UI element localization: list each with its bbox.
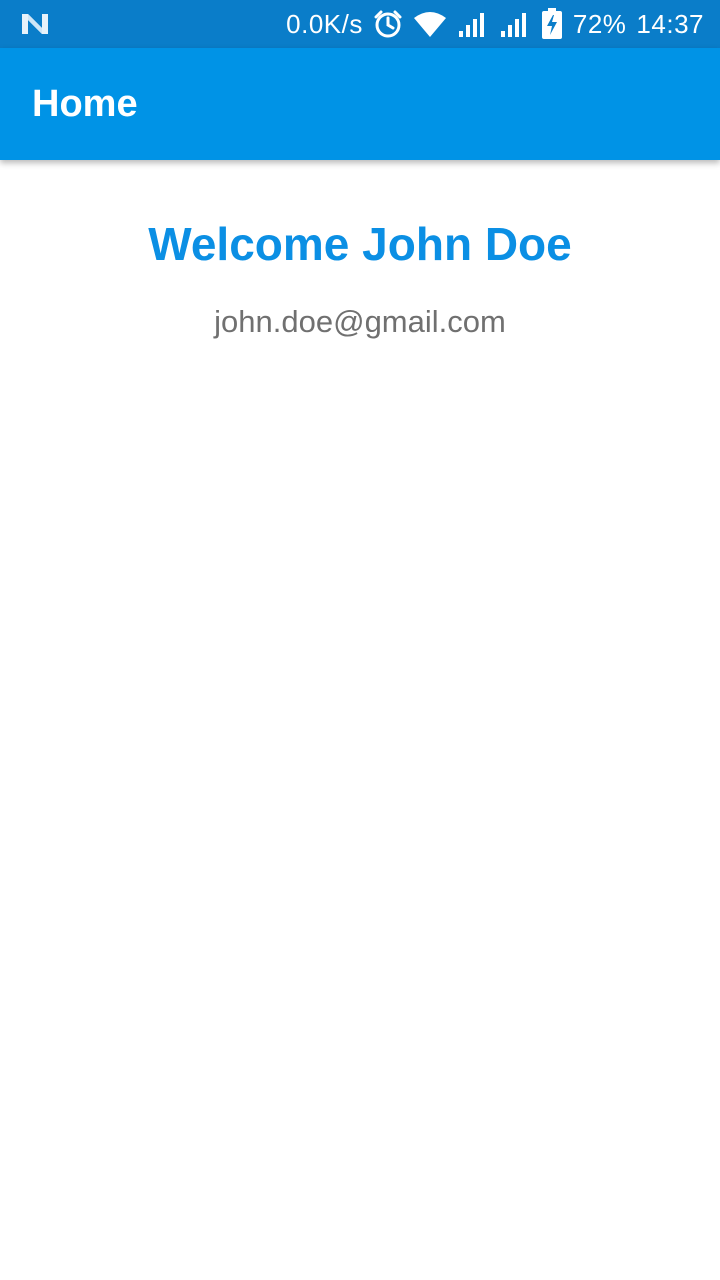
page-title: Home <box>32 83 138 125</box>
app-bar: Home <box>0 48 720 160</box>
welcome-heading: Welcome John Doe <box>148 218 572 270</box>
n-notification-icon <box>22 14 48 34</box>
clock: 14:37 <box>636 9 704 39</box>
user-email: john.doe@gmail.com <box>214 304 506 339</box>
alarm-icon <box>374 10 402 38</box>
battery-charging-icon <box>541 8 562 39</box>
home-screen: 0.0K/s 72% 14:37 Home Welcome John Doe j… <box>0 0 720 1280</box>
wifi-icon <box>413 12 446 37</box>
signal-icon <box>500 13 526 37</box>
battery-percent: 72% <box>572 9 627 39</box>
main-content: Welcome John Doe john.doe@gmail.com <box>0 160 720 1280</box>
status-indicators: 0.0K/s 72% 14:37 <box>286 0 704 48</box>
status-bar: 0.0K/s 72% 14:37 <box>0 0 720 48</box>
network-speed: 0.0K/s <box>286 9 363 39</box>
signal-icon <box>458 13 484 37</box>
